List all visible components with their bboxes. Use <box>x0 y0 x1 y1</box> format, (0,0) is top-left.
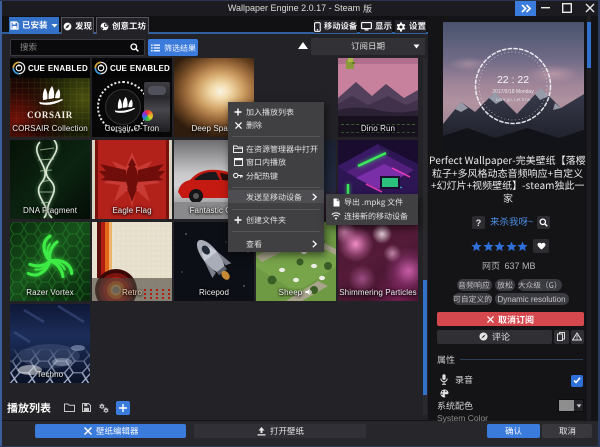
svg-text:Let it go, Let it be: Let it go, Let it be <box>496 97 531 102</box>
svg-text:2017/9/18 Monday: 2017/9/18 Monday <box>492 89 534 95</box>
svg-text:22 : 22: 22 : 22 <box>497 74 529 86</box>
